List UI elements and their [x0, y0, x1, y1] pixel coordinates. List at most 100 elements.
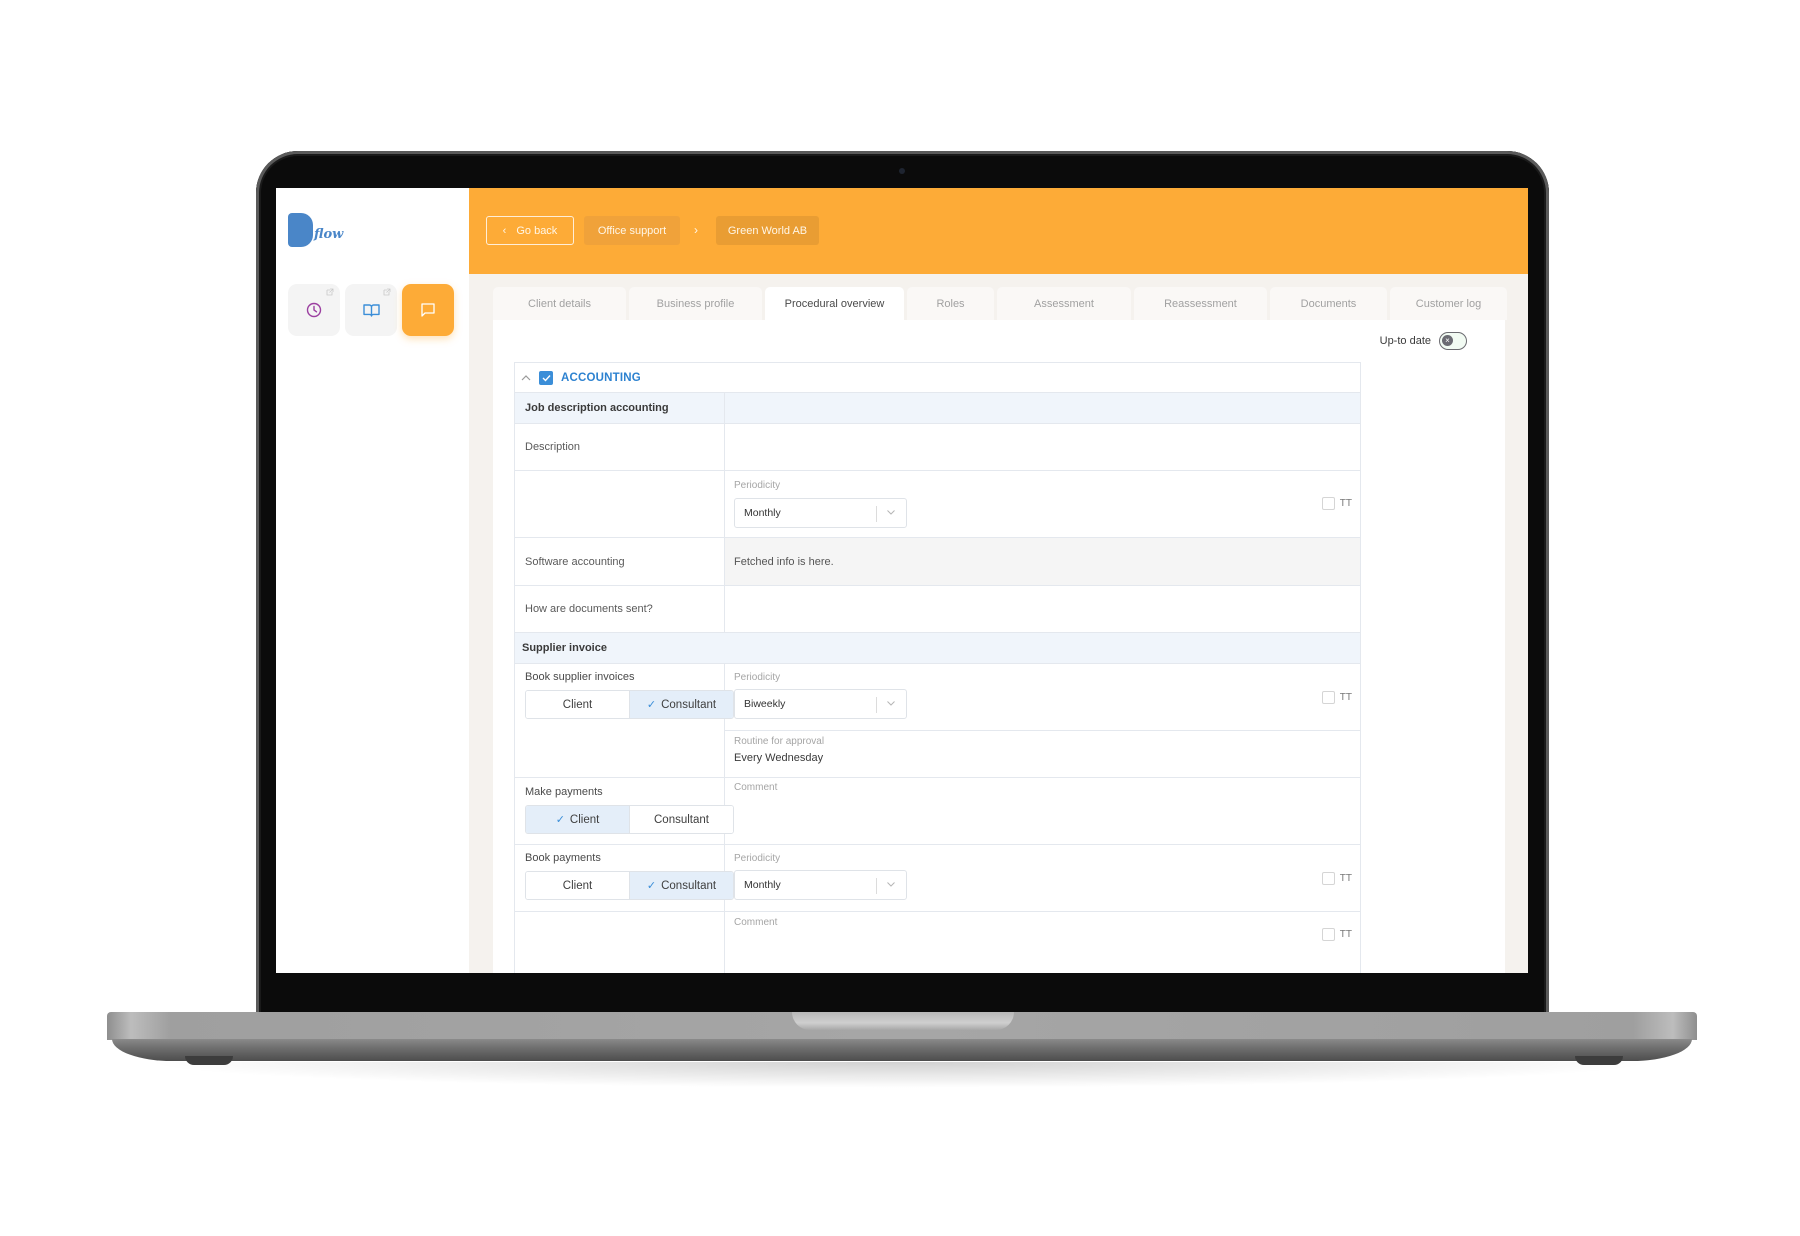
chevron-down-icon [887, 882, 895, 887]
option-client[interactable]: Client [526, 691, 629, 718]
section-header-accounting: ACCOUNTING [515, 363, 1360, 393]
tt-checkbox[interactable] [1321, 872, 1335, 885]
chevron-down-icon [887, 701, 895, 706]
sidebar-tile-chat[interactable] [402, 284, 454, 336]
tab-assessment[interactable]: Assessment [997, 287, 1131, 320]
periodicity-cell: Periodicity Monthly TT [725, 471, 1360, 537]
book-supplier-details: Periodicity Biweekly TT Routine for appr… [725, 664, 1360, 777]
logo[interactable]: flow [288, 213, 344, 249]
tt-option: TT [1321, 497, 1352, 510]
routine-label: Routine for approval [734, 736, 825, 747]
option-client[interactable]: ✓ Client [526, 806, 629, 833]
tt-label: TT [1339, 692, 1352, 703]
laptop-camera [899, 168, 905, 174]
logo-mark [288, 213, 313, 247]
subheading-label: Supplier invoice [522, 642, 607, 654]
chevron-left-icon: ‹ [502, 224, 507, 237]
option-label: Consultant [661, 879, 717, 892]
subheading-row: Job description accounting [515, 393, 1360, 424]
accounting-table: ACCOUNTING Job description accounting De… [514, 362, 1361, 973]
row-label: How are documents sent? [515, 586, 725, 632]
table-row-software: Software accounting Fetched info is here… [515, 538, 1360, 586]
book-supplier-cell: Book supplier invoices Client ✓ Consultan… [515, 664, 734, 777]
option-client[interactable]: Client [526, 872, 629, 899]
check-icon: ✓ [646, 699, 657, 711]
tab-business-profile[interactable]: Business profile [629, 287, 762, 320]
tab-documents[interactable]: Documents [1270, 287, 1387, 320]
laptop-shadow [140, 1062, 1660, 1088]
table-row-description: Description [515, 424, 1360, 471]
go-back-label: Go back [516, 224, 558, 237]
tt-option: TT [1321, 872, 1352, 885]
option-label: Client [562, 698, 593, 711]
tt-option: TT [1321, 691, 1352, 704]
subheading-label: Job description accounting [515, 393, 725, 423]
periodicity-select[interactable]: Biweekly [734, 689, 907, 719]
tab-procedural-overview[interactable]: Procedural overview [765, 287, 904, 320]
tt-checkbox[interactable] [1321, 691, 1335, 704]
table-row-documents-sent: How are documents sent? [515, 586, 1360, 633]
tt-checkbox[interactable] [1321, 497, 1335, 510]
periodicity-value: Monthly [744, 879, 781, 891]
row-label: Software accounting [515, 538, 725, 585]
periodicity-label: Periodicity [734, 480, 781, 491]
tab-roles[interactable]: Roles [907, 287, 994, 320]
chevron-up-icon[interactable] [521, 373, 531, 383]
description-field[interactable] [725, 424, 1360, 470]
tab-customer-log[interactable]: Customer log [1390, 287, 1507, 320]
option-label: Client [562, 879, 593, 892]
periodicity-select[interactable]: Monthly [734, 870, 907, 900]
check-icon [542, 374, 551, 382]
routine-value[interactable]: Every Wednesday [734, 752, 823, 764]
periodicity-label: Periodicity [734, 853, 781, 864]
book-payments-cell: Book payments Client ✓ Consultant [515, 845, 734, 911]
tab-client-details[interactable]: Client details [493, 287, 626, 320]
laptop-foot [185, 1056, 233, 1065]
comment-cell[interactable]: Comment TT [725, 912, 1360, 973]
row-label-empty [515, 471, 725, 537]
tt-checkbox[interactable] [1321, 928, 1335, 941]
responsibility-toggle: ✓ Client Consultant [525, 805, 734, 834]
external-link-icon [383, 288, 391, 296]
option-label: Consultant [661, 698, 717, 711]
section-checkbox[interactable] [539, 370, 553, 385]
toggle-off-icon: × [1442, 335, 1453, 346]
select-divider [876, 506, 877, 522]
tt-label: TT [1339, 498, 1352, 509]
row-label: Make payments [525, 786, 603, 798]
check-icon: ✓ [646, 880, 657, 892]
laptop-base-lip [112, 1039, 1692, 1061]
table-row-book-payments: Book payments Client ✓ Consultant Periodi… [515, 845, 1360, 912]
tt-option: TT [1321, 928, 1352, 941]
go-back-button[interactable]: ‹ Go back [486, 216, 574, 245]
tab-reassessment[interactable]: Reassessment [1134, 287, 1267, 320]
tt-label: TT [1339, 929, 1352, 940]
documents-sent-field[interactable] [725, 586, 1360, 632]
option-consultant[interactable]: Consultant [629, 806, 733, 833]
sidebar-tile-history[interactable] [288, 284, 340, 336]
breadcrumb-client[interactable]: Green World AB [716, 216, 819, 245]
breadcrumb-office-support[interactable]: Office support [584, 216, 680, 245]
sidebar-tile-guide[interactable] [345, 284, 397, 336]
external-link-icon [326, 288, 334, 296]
option-label: Consultant [654, 813, 709, 826]
responsibility-toggle: Client ✓ Consultant [525, 690, 734, 719]
comment-label: Comment [734, 782, 778, 793]
divider [725, 730, 1360, 731]
option-consultant[interactable]: ✓ Consultant [629, 872, 733, 899]
periodicity-label: Periodicity [734, 672, 781, 683]
row-label: Book supplier invoices [525, 671, 635, 683]
comment-cell[interactable]: Comment [725, 778, 1360, 844]
section-title: ACCOUNTING [561, 371, 641, 384]
content-card: Up-to date × ACCOUNTING Job description … [493, 320, 1505, 973]
row-label: Description [515, 424, 725, 470]
up-to-date-toggle[interactable]: × [1439, 332, 1467, 350]
table-row-comment: Comment TT [515, 912, 1360, 973]
table-row-make-payments: Make payments ✓ Client Consultant Comment [515, 778, 1360, 845]
chevron-down-icon [887, 510, 895, 515]
responsibility-toggle: Client ✓ Consultant [525, 871, 734, 900]
periodicity-select[interactable]: Monthly [734, 498, 907, 528]
option-consultant[interactable]: ✓ Consultant [629, 691, 733, 718]
comment-label: Comment [734, 917, 778, 928]
periodicity-value: Biweekly [744, 698, 786, 710]
